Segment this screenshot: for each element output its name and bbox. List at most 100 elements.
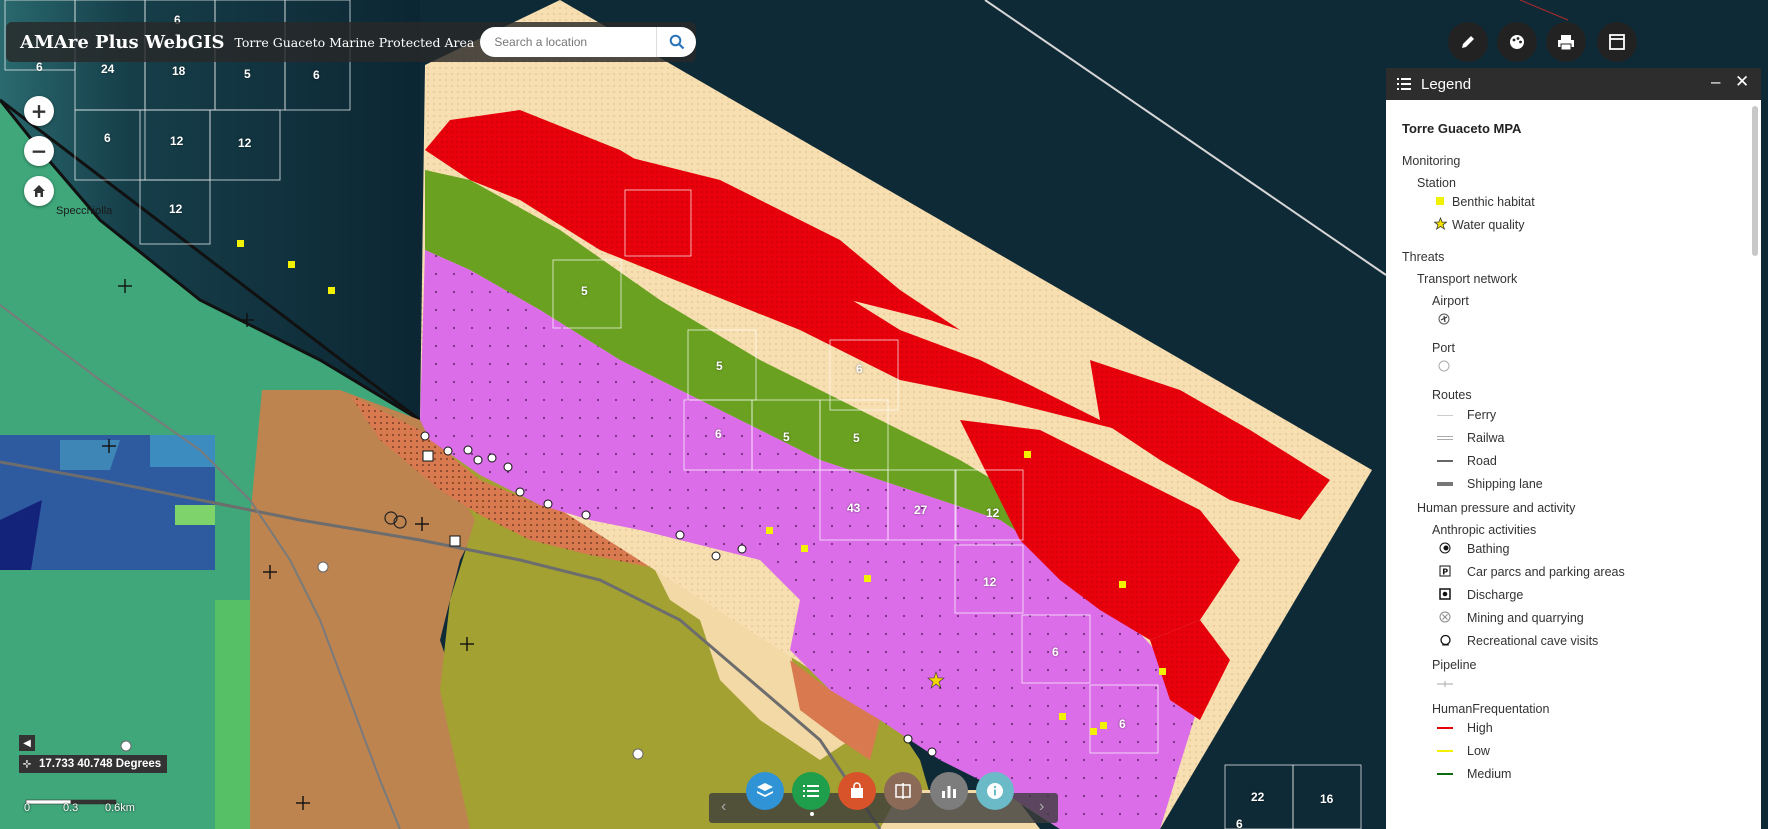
swipe-icon: [895, 783, 911, 799]
grid-number: 6: [36, 60, 43, 74]
app-header: AMAre Plus WebGIS Torre Guaceto Marine P…: [6, 22, 696, 62]
legend-heading: Port: [1432, 341, 1455, 355]
basemap-button[interactable]: [1497, 22, 1537, 62]
legend-item-label: Benthic habitat: [1452, 195, 1535, 209]
legend-scrollbar[interactable]: [1752, 106, 1758, 256]
grid-number: 24: [101, 62, 115, 76]
minimize-button[interactable]: –: [1711, 72, 1720, 92]
bookmark-button[interactable]: [838, 772, 876, 810]
cave-icon: [1436, 633, 1454, 647]
legend-toggle-button[interactable]: [792, 772, 830, 810]
palette-icon: [1510, 35, 1524, 49]
search-input[interactable]: [480, 27, 656, 57]
grid-number: 12: [238, 136, 252, 150]
chevron-left-icon: ◀: [23, 737, 31, 749]
grid-number: 12: [170, 134, 184, 148]
legend-item-label: Low: [1467, 744, 1490, 758]
pipeline-line-icon: [1436, 677, 1454, 691]
legend-item-label: Shipping lane: [1467, 477, 1543, 491]
zoom-in-button[interactable]: +: [24, 96, 54, 126]
low-line-icon: [1436, 744, 1454, 758]
coordinate-toggle-button[interactable]: ◀: [19, 735, 35, 751]
legend-group-title: Torre Guaceto MPA: [1402, 121, 1522, 136]
legend-item-label: Medium: [1467, 767, 1512, 781]
railway-line-icon: [1436, 431, 1454, 445]
scale-label: 0.3: [63, 802, 79, 814]
grid-number: 6: [104, 131, 111, 145]
legend-item-label: Ferry: [1467, 408, 1497, 422]
print-button[interactable]: [1546, 22, 1586, 62]
home-button[interactable]: [24, 176, 54, 206]
coordinate-display[interactable]: ⊹ 17.733 40.748 Degrees: [19, 755, 168, 773]
place-label: Specchiolla: [56, 205, 113, 217]
list-icon: [803, 785, 819, 797]
toolbar-next-button[interactable]: ›: [1039, 798, 1044, 816]
minus-icon: −: [30, 139, 48, 163]
home-icon: [33, 185, 45, 197]
search-button[interactable]: [656, 27, 696, 57]
bar-chart-icon: [942, 786, 956, 798]
grid-number: 6: [1236, 817, 1243, 829]
grid-number: 6: [1052, 645, 1059, 659]
zoom-out-button[interactable]: −: [24, 136, 54, 166]
grid-number: 5: [853, 431, 860, 445]
grid-number: 43: [847, 501, 861, 515]
legend-heading: Routes: [1432, 388, 1472, 402]
coordinate-value: 17.733 40.748 Degrees: [39, 758, 162, 770]
grid-number: 5: [783, 430, 790, 444]
bathing-icon: [1436, 541, 1454, 555]
svg-text:P: P: [1442, 568, 1448, 577]
layers-button[interactable]: [746, 772, 784, 810]
legend-item-label: Car parcs and parking areas: [1467, 565, 1625, 579]
scale-label: 0.6km: [105, 802, 135, 814]
legend-heading: Pipeline: [1432, 658, 1477, 672]
search-box: [480, 27, 696, 57]
info-button[interactable]: [976, 772, 1014, 810]
legend-body[interactable]: Torre Guaceto MPA Monitoring Station Ben…: [1386, 100, 1761, 829]
pencil-icon: [1462, 36, 1474, 48]
page-indicator: [810, 812, 814, 816]
legend-item-label: Bathing: [1467, 542, 1510, 556]
legend-heading: Threats: [1402, 250, 1445, 264]
ferry-line-icon: [1436, 408, 1454, 422]
search-icon: [669, 34, 684, 50]
app-subtitle: Torre Guaceto Marine Protected Area: [234, 34, 475, 50]
scale-label: 0: [24, 802, 31, 814]
legend-heading: Human pressure and activity: [1417, 501, 1576, 515]
high-line-icon: [1436, 721, 1454, 735]
legend-item-label: Water quality: [1452, 218, 1525, 232]
square-icon: [1431, 194, 1449, 208]
grid-number: 27: [914, 503, 928, 517]
window-button[interactable]: [1597, 22, 1637, 62]
draw-button[interactable]: [1448, 22, 1488, 62]
close-button[interactable]: ✕: [1735, 72, 1749, 92]
airport-icon: [1435, 312, 1453, 326]
layers-icon: [757, 783, 773, 797]
parking-icon: P: [1436, 564, 1454, 578]
app-title: AMAre Plus WebGIS: [20, 31, 225, 53]
legend-item-label: Road: [1467, 454, 1497, 468]
grid-number: 5: [581, 284, 588, 298]
legend-title: Legend: [1421, 75, 1472, 93]
legend-panel: Legend – ✕ Torre Guaceto MPA Monitoring …: [1386, 68, 1761, 829]
legend-heading: Airport: [1432, 294, 1469, 308]
legend-heading: Anthropic activities: [1432, 523, 1537, 537]
discharge-icon: [1436, 587, 1454, 601]
shipping-line-icon: [1436, 477, 1454, 491]
star-icon: [1431, 216, 1449, 230]
compare-button[interactable]: [884, 772, 922, 810]
legend-item-label: Recreational cave visits: [1467, 634, 1599, 648]
grid-number: 5: [244, 67, 251, 81]
chart-button[interactable]: [930, 772, 968, 810]
crosshair-icon: ⊹: [22, 758, 32, 770]
grid-number: 12: [983, 575, 997, 589]
grid-number: 16: [1320, 792, 1334, 806]
bag-icon: [851, 782, 863, 798]
toolbar-prev-button[interactable]: ‹: [721, 798, 726, 816]
grid-number: 12: [169, 202, 183, 216]
legend-header: Legend – ✕: [1386, 68, 1761, 100]
plus-icon: +: [30, 99, 48, 123]
grid-number: 6: [313, 68, 320, 82]
legend-heading: HumanFrequentation: [1432, 702, 1550, 716]
legend-heading: Station: [1417, 176, 1456, 190]
